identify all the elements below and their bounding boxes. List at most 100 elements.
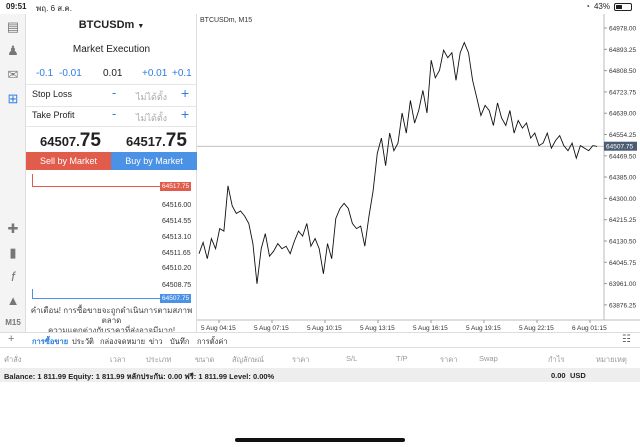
- stop-loss-minus-button[interactable]: -: [112, 85, 116, 100]
- col-order: คำสั่ง: [4, 355, 22, 364]
- divider: [26, 126, 197, 127]
- stop-loss-label: Stop Loss: [32, 89, 73, 99]
- volume-plus-001[interactable]: +0.01: [142, 68, 167, 79]
- tab-mailbox[interactable]: กล่องจดหมาย: [100, 336, 145, 348]
- col-swap: Swap: [479, 354, 498, 363]
- tab-news[interactable]: ข่าว: [149, 336, 163, 348]
- terminal-layout-icon[interactable]: ☷: [622, 334, 631, 345]
- col-comment: หมายเหตุ: [596, 355, 627, 364]
- price-tick-label: 64130.50: [609, 239, 636, 246]
- profile-icon[interactable]: ♟: [3, 42, 23, 60]
- sell-button[interactable]: Sell by Market: [26, 152, 111, 170]
- col-current-price: ราคา: [440, 355, 458, 364]
- home-indicator: [235, 438, 405, 442]
- wifi-icon: ◔: [585, 2, 590, 11]
- price-axis: 64978.00 64893.25 64808.50 64723.75 64639.00…: [604, 26, 636, 309]
- balance-text: Balance: 1 811.99 Equity: 1 811.99 หลักป…: [4, 372, 275, 381]
- price-tick-label: 64215.25: [609, 217, 636, 224]
- candles-icon[interactable]: ▮: [3, 244, 23, 262]
- chart-type-icon[interactable]: ▤: [3, 18, 23, 36]
- buy-button[interactable]: Buy by Market: [111, 152, 197, 170]
- tab-history[interactable]: ประวัติ: [72, 336, 94, 348]
- depth-price: 64508.75: [162, 282, 192, 289]
- chart-canvas[interactable]: BTCUSDm, M15 64978.00 64893.25 64808.50 647…: [197, 14, 640, 332]
- crosshair-icon[interactable]: ✚: [3, 220, 23, 238]
- ask-price-main: 64517.: [126, 134, 166, 149]
- time-tick-label: 5 Aug 04:15: [201, 325, 236, 332]
- symbol-name: BTCUSDm: [78, 19, 135, 31]
- price-tick-label: 64893.25: [609, 47, 636, 54]
- take-profit-minus-button[interactable]: -: [112, 106, 116, 121]
- bid-price: 64507.75: [40, 130, 101, 152]
- chevron-down-icon: ▼: [137, 23, 145, 30]
- ask-price-big: 75: [165, 130, 187, 151]
- status-right: ◔ 43%: [585, 2, 632, 11]
- currency: USD: [570, 371, 586, 380]
- current-price-tag: 64507.75: [604, 141, 637, 151]
- bid-price-main: 64507.: [40, 134, 80, 149]
- battery-icon: [614, 2, 632, 11]
- price-tick-label: 64300.00: [609, 196, 636, 203]
- price-tick-label: 64978.00: [609, 26, 636, 33]
- price-tick-label: 64639.00: [609, 111, 636, 118]
- price-tick-label: 64808.50: [609, 68, 636, 75]
- timeframe-button[interactable]: M15: [3, 314, 23, 332]
- depth-price: 64514.55: [162, 218, 192, 225]
- price-tick-label: 63876.25: [609, 302, 636, 309]
- current-price-tag-label: 64507.75: [606, 144, 633, 151]
- tab-trade[interactable]: การซื้อขาย: [32, 336, 68, 348]
- balance-row: Balance: 1 811.99 Equity: 1 811.99 หลักป…: [0, 368, 640, 382]
- left-toolbar: ▤ ♟ ✉ ⊞ ✚ ▮ f ▲ M15: [0, 14, 26, 332]
- clock: 09:51: [6, 2, 27, 11]
- time-tick-label: 5 Aug 16:15: [413, 325, 448, 332]
- col-size: ขนาด: [195, 355, 215, 364]
- col-tp: T/P: [396, 354, 408, 363]
- symbol-selector[interactable]: BTCUSDm ▼: [26, 19, 197, 31]
- price-tick-label: 64045.75: [609, 260, 636, 267]
- time-tick-label: 5 Aug 07:15: [254, 325, 289, 332]
- price-chart[interactable]: BTCUSDm, M15 64978.00 64893.25 64808.50 647…: [197, 14, 640, 332]
- col-symbol: สัญลักษณ์: [232, 355, 265, 364]
- depth-price: 64513.10: [162, 234, 192, 241]
- col-profit: กำไร: [548, 355, 565, 364]
- take-profit-label: Take Profit: [32, 110, 75, 120]
- bid-line: [32, 298, 160, 299]
- ask-tag: 64517.75: [160, 182, 192, 191]
- time-tick-label: 5 Aug 13:15: [360, 325, 395, 332]
- new-order-icon[interactable]: ⊞: [3, 90, 23, 108]
- volume-minus-01[interactable]: -0.1: [36, 68, 53, 79]
- indicator-icon[interactable]: f: [3, 268, 23, 286]
- ask-marker: [32, 174, 33, 186]
- terminal-tabs: + การซื้อขาย ประวัติ กล่องจดหมาย ข่าว บั…: [0, 332, 640, 348]
- depth-price: 64511.65: [162, 250, 191, 257]
- take-profit-input[interactable]: ไม่ได้ตั้ง: [136, 111, 167, 125]
- trade-table-header: คำสั่ง เวลา ประเภท ขนาด สัญลักษณ์ ราคา S…: [0, 350, 640, 366]
- price-tick-label: 64554.25: [609, 132, 636, 139]
- time-tick-label: 5 Aug 22:15: [519, 325, 554, 332]
- volume-plus-01[interactable]: +0.1: [172, 68, 192, 79]
- execution-type[interactable]: Market Execution: [26, 44, 197, 55]
- ask-price: 64517.75: [126, 130, 187, 152]
- price-tick-label: 64469.50: [609, 153, 636, 160]
- time-tick-label: 6 Aug 01:15: [572, 325, 607, 332]
- col-price: ราคา: [292, 355, 310, 364]
- col-sl: S/L: [346, 354, 358, 363]
- volume-minus-001[interactable]: -0.01: [59, 68, 82, 79]
- objects-icon[interactable]: ▲: [3, 292, 23, 310]
- chart-title: BTCUSDm, M15: [200, 17, 252, 24]
- add-icon[interactable]: +: [8, 333, 14, 345]
- time-axis: 5 Aug 04:15 5 Aug 07:15 5 Aug 10:15 5 Aug 1…: [201, 320, 607, 332]
- col-time: เวลา: [110, 355, 126, 364]
- tab-settings[interactable]: การตั้งค่า: [197, 336, 228, 348]
- time-tick-label: 5 Aug 19:15: [466, 325, 501, 332]
- stop-loss-input[interactable]: ไม่ได้ตั้ง: [136, 90, 167, 104]
- stop-loss-plus-button[interactable]: +: [181, 85, 189, 101]
- tab-journal[interactable]: บันทึก: [170, 336, 189, 348]
- bid-marker: [32, 289, 33, 298]
- col-type: ประเภท: [146, 355, 172, 364]
- price-tick-label: 64723.75: [609, 89, 636, 96]
- take-profit-plus-button[interactable]: +: [181, 106, 189, 122]
- volume-value[interactable]: 0.01: [103, 68, 122, 79]
- bid-price-big: 75: [79, 130, 101, 151]
- chat-icon[interactable]: ✉: [3, 66, 23, 84]
